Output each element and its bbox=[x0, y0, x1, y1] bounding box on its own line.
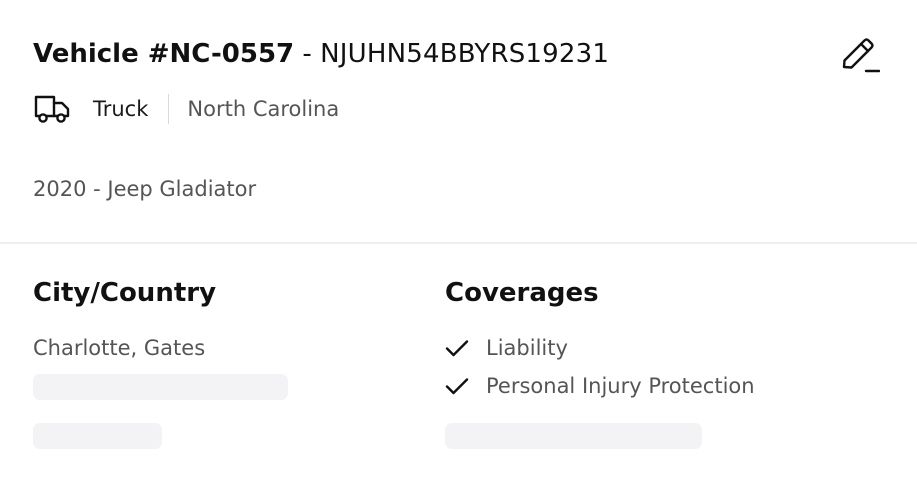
pencil-edit-icon bbox=[840, 35, 881, 79]
skeleton-line bbox=[33, 374, 288, 400]
vehicle-card: Vehicle #NC-0557 - NJUHN54BBYRS19231 Tru… bbox=[0, 0, 917, 502]
vehicle-title: Vehicle #NC-0557 - NJUHN54BBYRS19231 bbox=[33, 37, 609, 71]
coverages-title: Coverages bbox=[445, 278, 599, 308]
checkmark-icon bbox=[445, 374, 469, 398]
checkmark-icon bbox=[445, 336, 469, 360]
coverage-item: Liability bbox=[445, 333, 568, 363]
coverages-section: Coverages Liability Personal Injury Prot… bbox=[445, 276, 885, 449]
title-separator: - bbox=[294, 39, 321, 69]
skeleton-line bbox=[445, 423, 702, 449]
location-title: City/Country bbox=[33, 278, 217, 308]
vehicle-vin: NJUHN54BBYRS19231 bbox=[320, 39, 610, 69]
coverage-label: Personal Injury Protection bbox=[486, 374, 755, 398]
truck-icon bbox=[33, 93, 71, 125]
vehicle-state: North Carolina bbox=[187, 97, 340, 121]
meta-divider bbox=[168, 94, 170, 124]
vehicle-header-section: Vehicle #NC-0557 - NJUHN54BBYRS19231 Tru… bbox=[0, 0, 917, 244]
location-value: Charlotte, Gates bbox=[33, 336, 206, 360]
vehicle-model: 2020 - Jeep Gladiator bbox=[33, 177, 257, 201]
skeleton-line bbox=[33, 423, 162, 449]
coverage-item: Personal Injury Protection bbox=[445, 371, 755, 401]
coverage-label: Liability bbox=[486, 336, 568, 360]
edit-vehicle-button[interactable] bbox=[838, 35, 882, 79]
vehicle-meta-row: Truck North Carolina bbox=[33, 92, 339, 126]
location-section: City/Country Charlotte, Gates bbox=[33, 276, 413, 449]
vehicle-type: Truck bbox=[93, 97, 149, 121]
vehicle-id: Vehicle #NC-0557 bbox=[33, 39, 295, 69]
